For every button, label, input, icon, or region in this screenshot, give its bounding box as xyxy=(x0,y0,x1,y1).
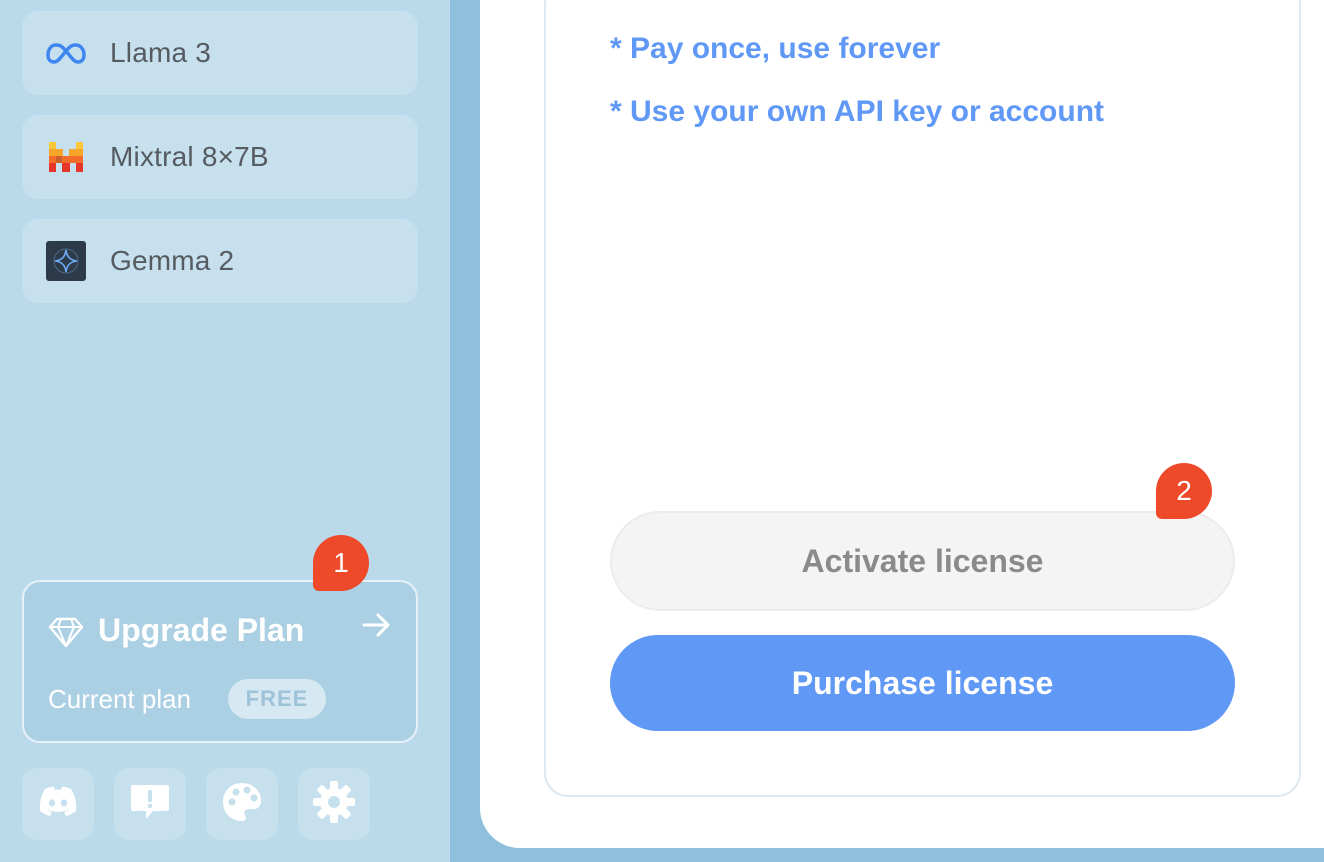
feature-pay-once: * Pay once, use forever xyxy=(610,32,941,65)
upgrade-plan-card[interactable]: Upgrade Plan Current plan FREE xyxy=(22,580,418,743)
theme-button[interactable] xyxy=(206,768,278,840)
arrow-right-icon[interactable] xyxy=(360,610,394,640)
model-label: Llama 3 xyxy=(110,37,212,68)
plan-badge: FREE xyxy=(228,679,326,719)
diamond-icon xyxy=(48,614,84,650)
feedback-button[interactable] xyxy=(114,768,186,840)
feature-own-api-key: * Use your own API key or account xyxy=(610,95,1105,128)
gear-icon xyxy=(312,780,356,829)
discord-icon xyxy=(36,785,80,824)
model-item-gemma-2[interactable]: Gemma 2 xyxy=(22,219,418,303)
annotation-marker-1: 1 xyxy=(313,535,369,591)
current-plan-label: Current plan xyxy=(48,684,192,714)
upgrade-plan-title: Upgrade Plan xyxy=(98,612,305,648)
mistral-icon xyxy=(46,137,86,177)
sidebar: Llama 3 Mixtral 8×7B Gemma 2 Upgrade Pla… xyxy=(0,0,450,862)
annotation-marker-2: 2 xyxy=(1156,463,1212,519)
model-label: Mixtral 8×7B xyxy=(110,141,269,172)
purchase-license-button[interactable]: Purchase license xyxy=(610,635,1235,731)
discord-button[interactable] xyxy=(22,768,94,840)
model-item-llama-3[interactable]: Llama 3 xyxy=(22,11,418,95)
meta-infinity-icon xyxy=(46,33,86,73)
palette-icon xyxy=(221,781,263,828)
settings-button[interactable] xyxy=(298,768,370,840)
gemma-sparkle-icon xyxy=(46,241,86,281)
activate-license-button[interactable]: Activate license xyxy=(610,511,1235,611)
feedback-icon xyxy=(129,782,171,827)
model-label: Gemma 2 xyxy=(110,245,235,276)
model-item-mixtral[interactable]: Mixtral 8×7B xyxy=(22,115,418,199)
